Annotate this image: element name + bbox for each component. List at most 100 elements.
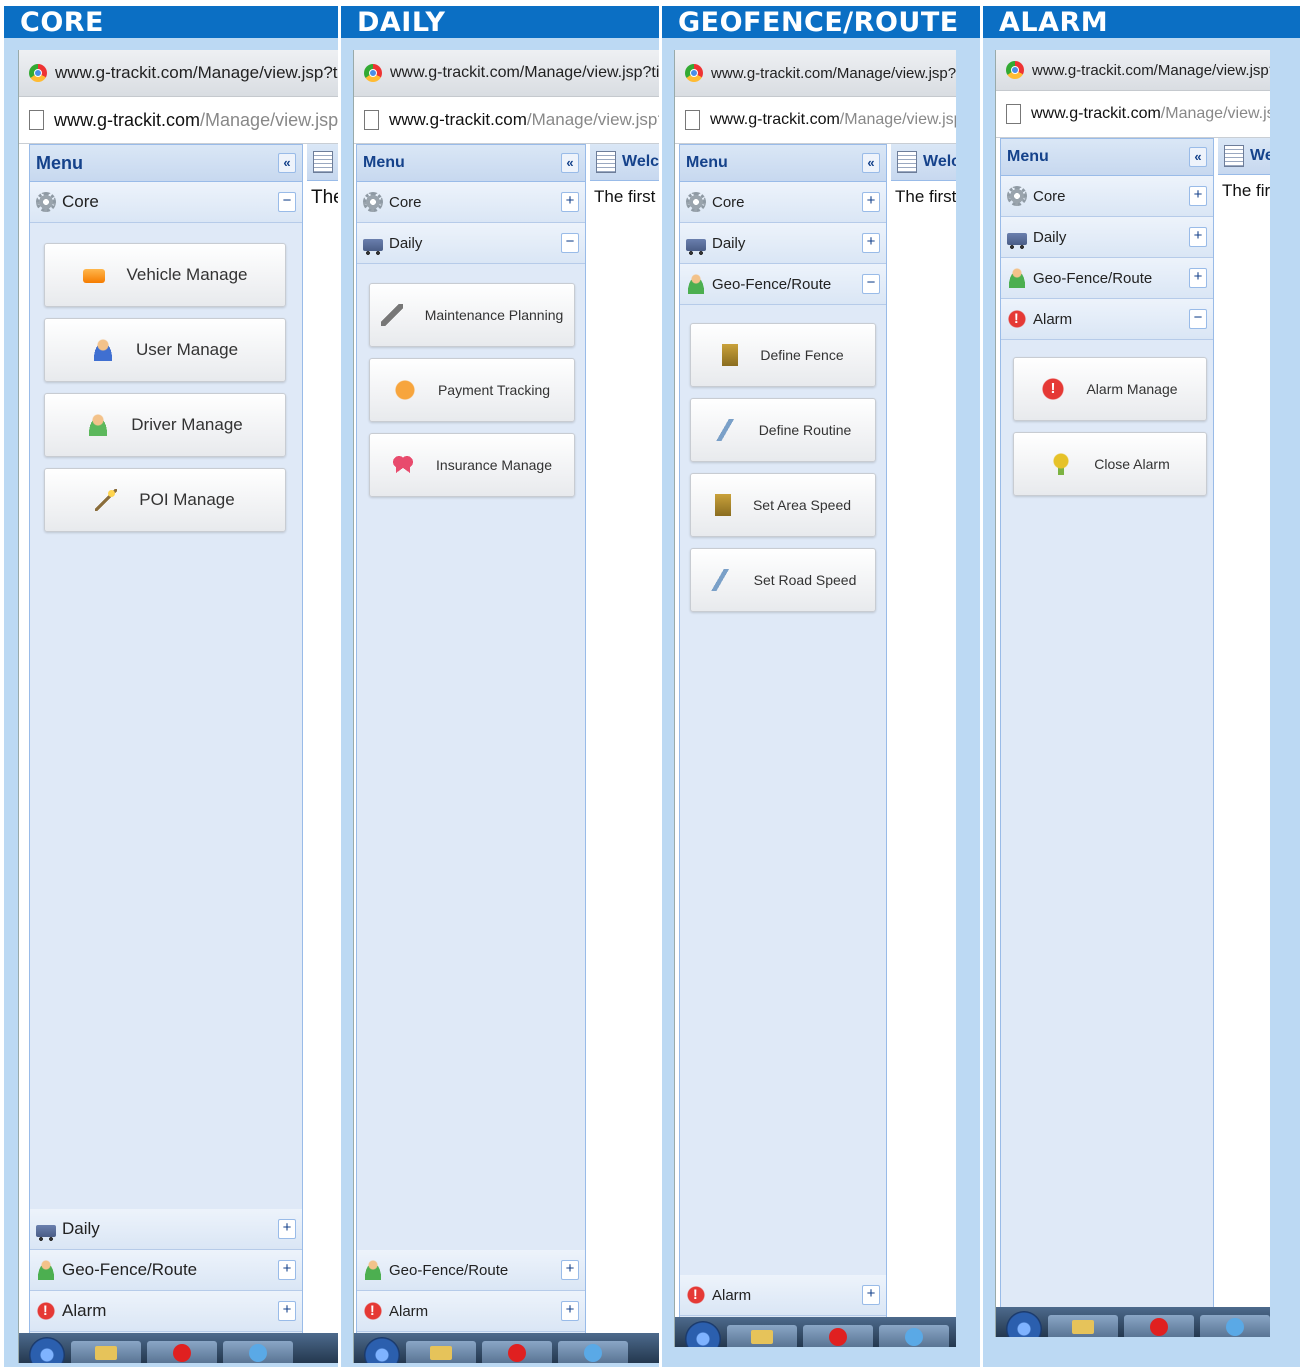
gear-icon: [36, 192, 56, 212]
chrome-logo-icon: [364, 64, 382, 82]
accordion-geofence-route[interactable]: Geo-Fence/Route +: [1001, 258, 1213, 299]
content-tab-label: We: [1250, 147, 1270, 164]
taskbar-item[interactable]: [558, 1341, 628, 1363]
accordion-daily[interactable]: Daily +: [1001, 217, 1213, 258]
document-icon: [897, 151, 917, 173]
address-bar[interactable]: www.g-trackit.com /Manage/view.jsp?tid=2…: [354, 97, 659, 144]
expand-section-button[interactable]: +: [1189, 227, 1207, 247]
expand-section-button[interactable]: +: [862, 1285, 880, 1305]
expand-section-button[interactable]: +: [862, 233, 880, 253]
accordion-daily[interactable]: Daily +: [30, 1209, 302, 1250]
expand-section-button[interactable]: +: [1189, 186, 1207, 206]
collapse-section-button[interactable]: −: [1189, 309, 1207, 329]
accordion-alarm[interactable]: Alarm −: [1001, 299, 1213, 340]
payment-tracking-button[interactable]: Payment Tracking: [369, 358, 575, 422]
expand-section-button[interactable]: +: [561, 192, 579, 212]
expand-section-button[interactable]: +: [278, 1219, 296, 1239]
taskbar-item[interactable]: [406, 1341, 476, 1363]
collapse-section-button[interactable]: −: [278, 192, 296, 212]
button-label: Set Road Speed: [753, 572, 857, 588]
collapse-menu-button[interactable]: «: [862, 153, 880, 173]
driver-manage-button[interactable]: Driver Manage: [44, 393, 286, 457]
app-icon: [249, 1344, 267, 1362]
accordion-geofence-route[interactable]: Geo-Fence/Route +: [30, 1250, 302, 1291]
taskbar-item[interactable]: [147, 1341, 217, 1363]
alarm-icon: [363, 1301, 383, 1321]
browser-tab[interactable]: www.g-trackit.com/Manage/view.jsp?tid=: [996, 50, 1270, 91]
accordion-alarm[interactable]: Alarm +: [680, 1275, 886, 1316]
collapse-section-button[interactable]: −: [561, 233, 579, 253]
panel-heading: CORE: [4, 6, 338, 38]
browser-tab[interactable]: www.g-trackit.com/Manage/view.jsp?t: [19, 50, 338, 97]
taskbar-item[interactable]: [803, 1325, 873, 1347]
vehicle-manage-button[interactable]: Vehicle Manage: [44, 243, 286, 307]
accordion-alarm[interactable]: Alarm +: [357, 1291, 585, 1332]
accordion-label: Geo-Fence/Route: [712, 275, 832, 293]
button-label: Insurance Manage: [436, 457, 552, 473]
content-tab[interactable]: Welco: [891, 144, 956, 181]
taskbar-item[interactable]: [1048, 1315, 1118, 1337]
content-tab[interactable]: [307, 144, 338, 181]
user-manage-button[interactable]: User Manage: [44, 318, 286, 382]
accordion-core[interactable]: Core −: [30, 182, 302, 223]
collapse-menu-button[interactable]: «: [1189, 147, 1207, 167]
app-icon: [1150, 1318, 1168, 1336]
button-label: Define Routine: [758, 422, 852, 438]
taskbar-item[interactable]: [71, 1341, 141, 1363]
accordion-alarm[interactable]: Alarm +: [30, 1291, 302, 1332]
accordion-geofence-route[interactable]: Geo-Fence/Route +: [357, 1250, 585, 1291]
expand-section-button[interactable]: +: [278, 1260, 296, 1280]
document-icon: [1224, 145, 1244, 167]
address-bar[interactable]: www.g-trackit.com /Manage/view.jsp: [19, 97, 338, 144]
panel-heading: DAILY: [341, 6, 659, 38]
close-alarm-button[interactable]: Close Alarm: [1013, 432, 1207, 496]
taskbar-item[interactable]: [879, 1325, 949, 1347]
start-button-icon[interactable]: [364, 1337, 400, 1363]
taskbar-item[interactable]: [1124, 1315, 1194, 1337]
browser-tab[interactable]: www.g-trackit.com/Manage/view.jsp?tid=21…: [675, 50, 956, 97]
app-area: Menu « Core + Daily − Maintenance Planni…: [354, 144, 659, 1363]
start-button-icon[interactable]: [685, 1321, 721, 1347]
taskbar-item[interactable]: [1200, 1315, 1270, 1337]
taskbar: [19, 1333, 338, 1363]
menu-panel: Menu « Core + Daily + Geo-Fence/Route −: [679, 144, 887, 1347]
expand-section-button[interactable]: +: [1189, 268, 1207, 288]
collapse-menu-button[interactable]: «: [278, 153, 296, 173]
start-button-icon[interactable]: [1006, 1311, 1042, 1337]
set-area-speed-button[interactable]: Set Area Speed: [690, 473, 876, 537]
alarm-manage-button[interactable]: Alarm Manage: [1013, 357, 1207, 421]
set-road-speed-button[interactable]: Set Road Speed: [690, 548, 876, 612]
expand-section-button[interactable]: +: [561, 1260, 579, 1280]
accordion-daily[interactable]: Daily +: [680, 223, 886, 264]
collapse-section-button[interactable]: −: [862, 274, 880, 294]
maintenance-planning-button[interactable]: Maintenance Planning: [369, 283, 575, 347]
address-bar[interactable]: www.g-trackit.com /Manage/view.jsp?tid=2…: [675, 97, 956, 144]
browser-tab[interactable]: www.g-trackit.com/Manage/view.jsp?tid=21…: [354, 50, 659, 97]
alarm-icon: [686, 1285, 706, 1305]
taskbar-item[interactable]: [727, 1325, 797, 1347]
browser-screenshot: www.g-trackit.com/Manage/view.jsp?t www.…: [18, 50, 338, 1363]
insurance-manage-button[interactable]: Insurance Manage: [369, 433, 575, 497]
taskbar-item[interactable]: [482, 1341, 552, 1363]
define-routine-button[interactable]: Define Routine: [690, 398, 876, 462]
start-button-icon[interactable]: [29, 1337, 65, 1363]
content-tab[interactable]: Welco: [590, 144, 659, 181]
address-bar[interactable]: www.g-trackit.com /Manage/view.jsp?tid: [996, 91, 1270, 138]
accordion-core[interactable]: Core +: [1001, 176, 1213, 217]
accordion-core[interactable]: Core +: [357, 182, 585, 223]
expand-section-button[interactable]: +: [278, 1301, 296, 1321]
content-tab[interactable]: We: [1218, 138, 1270, 175]
expand-section-button[interactable]: +: [862, 192, 880, 212]
expand-section-button[interactable]: +: [561, 1301, 579, 1321]
panel-heading: GEOFENCE/ROUTE: [662, 6, 980, 38]
accordion-daily[interactable]: Daily −: [357, 223, 585, 264]
taskbar-item[interactable]: [223, 1341, 293, 1363]
accordion-core[interactable]: Core +: [680, 182, 886, 223]
panel-alarm: ALARM www.g-trackit.com/Manage/view.jsp?…: [983, 6, 1300, 1367]
accordion-geofence-route[interactable]: Geo-Fence/Route −: [680, 264, 886, 305]
define-fence-button[interactable]: Define Fence: [690, 323, 876, 387]
poi-manage-button[interactable]: POI Manage: [44, 468, 286, 532]
button-label: Maintenance Planning: [424, 307, 564, 323]
folder-icon: [751, 1330, 773, 1344]
collapse-menu-button[interactable]: «: [561, 153, 579, 173]
